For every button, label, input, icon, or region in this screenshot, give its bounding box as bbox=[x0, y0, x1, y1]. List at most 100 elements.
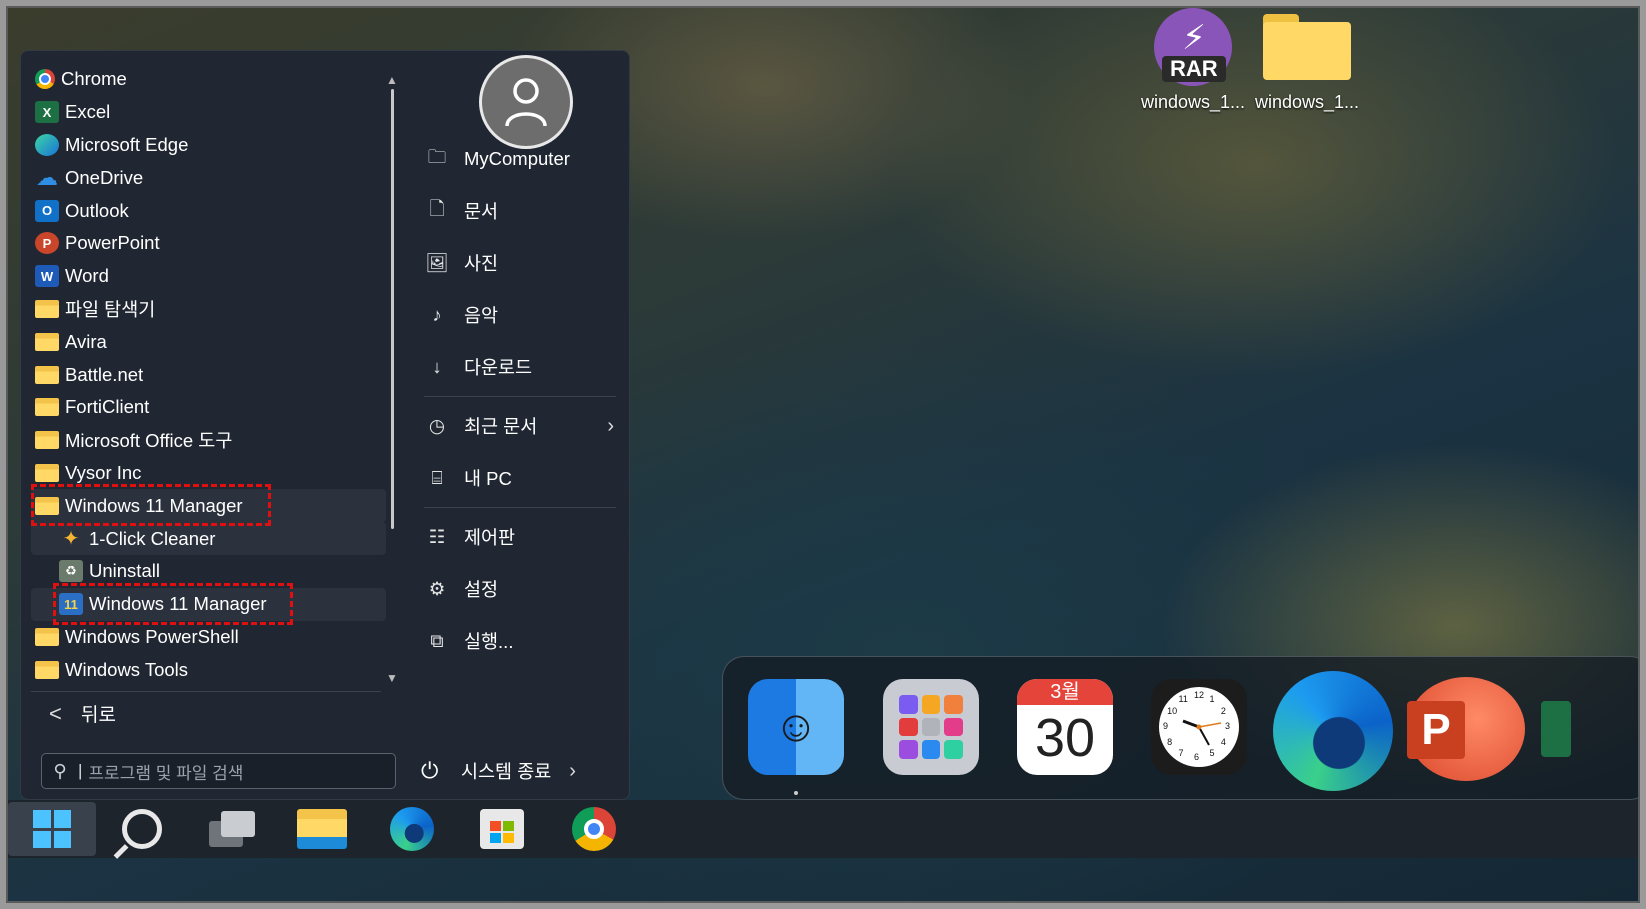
taskbar-file-explorer[interactable] bbox=[278, 802, 366, 856]
scroll-down-arrow[interactable]: ▼ bbox=[386, 671, 398, 685]
link-run[interactable]: ⧉ 실행... bbox=[416, 615, 616, 667]
app-folder-vysor[interactable]: Vysor Inc bbox=[31, 457, 386, 490]
app-list: Chrome X Excel Microsoft Edge ☁ OneDrive O… bbox=[31, 63, 386, 686]
app-folder-office-tools[interactable]: Microsoft Office 도구 bbox=[31, 424, 386, 457]
taskbar-chrome[interactable] bbox=[550, 802, 638, 856]
link-this-pc[interactable]: ⌸ 내 PC bbox=[416, 452, 616, 504]
desktop-icon-rar-archive[interactable]: ⚡ RAR windows_1... bbox=[1138, 8, 1248, 113]
app-folder-battlenet[interactable]: Battle.net bbox=[31, 358, 386, 391]
edge-icon[interactable] bbox=[1273, 671, 1393, 791]
taskbar-search-button[interactable] bbox=[98, 802, 186, 856]
clock-icon: ◷ bbox=[428, 415, 446, 436]
app-item-uninstall[interactable]: ♻ Uninstall bbox=[31, 555, 386, 588]
clock-numeral: 6 bbox=[1194, 752, 1200, 762]
link-mycomputer[interactable]: 🗀 MyComputer bbox=[416, 133, 616, 185]
link-documents[interactable]: 🗋 문서 bbox=[416, 185, 616, 237]
divider bbox=[424, 396, 616, 397]
app-item-outlook[interactable]: O Outlook bbox=[31, 194, 386, 227]
app-folder-powershell[interactable]: Windows PowerShell bbox=[31, 621, 386, 654]
divider bbox=[424, 507, 616, 508]
finder-icon[interactable]: ☺ bbox=[748, 679, 844, 775]
back-button[interactable]: < 뒤로 bbox=[31, 691, 381, 727]
link-music[interactable]: ♪ 음악 bbox=[416, 289, 616, 341]
app-item-onedrive[interactable]: ☁ OneDrive bbox=[31, 161, 386, 194]
onedrive-icon: ☁ bbox=[36, 164, 58, 190]
app-item-chrome[interactable]: Chrome bbox=[31, 63, 386, 96]
download-icon: ↓ bbox=[432, 356, 442, 377]
control-panel-icon: ☷ bbox=[428, 526, 446, 547]
power-icon: ⏻ bbox=[421, 758, 439, 783]
app-folder-windows-tools[interactable]: Windows Tools bbox=[31, 653, 386, 686]
user-icon bbox=[505, 78, 547, 127]
shutdown-button[interactable]: ⏻ 시스템 종료 › bbox=[421, 751, 576, 791]
app-item-edge[interactable]: Microsoft Edge bbox=[31, 129, 386, 162]
search-icon bbox=[122, 809, 162, 849]
scroll-up-arrow[interactable]: ▲ bbox=[386, 73, 398, 87]
file-explorer-icon bbox=[35, 299, 59, 318]
link-downloads[interactable]: ↓ 다운로드 bbox=[416, 341, 616, 393]
taskbar bbox=[6, 800, 1640, 858]
dock: ☺ 3월 30 12 1 2 3 4 5 6 7 8 9 10 11 P bbox=[722, 656, 1640, 800]
desktop-icon-folder[interactable]: windows_1... bbox=[1252, 14, 1362, 113]
folder-icon bbox=[35, 365, 59, 384]
app-item-file-explorer[interactable]: 파일 탐색기 bbox=[31, 293, 386, 326]
link-control-panel[interactable]: ☷ 제어판 bbox=[416, 511, 616, 563]
link-settings[interactable]: ⚙ 설정 bbox=[416, 563, 616, 615]
clock-numeral: 2 bbox=[1220, 705, 1226, 716]
quick-links: 🗀 MyComputer 🗋 문서 🖼 사진 ♪ 음악 ↓ 다운로드 ◷ 최근 문서 › ⌸ 내… bbox=[416, 133, 616, 667]
clock-numeral: 9 bbox=[1163, 721, 1169, 731]
clock-numeral: 3 bbox=[1225, 721, 1231, 731]
link-pictures[interactable]: 🖼 사진 bbox=[416, 237, 616, 289]
folder-icon bbox=[35, 431, 59, 450]
chevron-right-icon: › bbox=[607, 414, 614, 437]
app-item-windows11-manager[interactable]: 11 Windows 11 Manager bbox=[31, 587, 386, 621]
folder-icon bbox=[35, 496, 59, 515]
app-folder-forticlient[interactable]: FortiClient bbox=[31, 391, 386, 424]
clock-numeral: 11 bbox=[1178, 694, 1188, 705]
windows-logo-icon bbox=[33, 810, 71, 848]
launchpad-icon[interactable] bbox=[883, 679, 979, 775]
user-folder-icon: 🗀 bbox=[427, 146, 447, 167]
scrollbar[interactable] bbox=[391, 89, 394, 529]
folder-icon bbox=[35, 660, 59, 679]
folder-icon bbox=[35, 398, 59, 417]
powerpoint-icon[interactable]: P bbox=[1407, 677, 1525, 781]
settings-gear-icon: ⚙ bbox=[428, 578, 446, 599]
taskbar-store[interactable] bbox=[458, 802, 546, 856]
picture-icon: 🖼 bbox=[425, 252, 449, 273]
folder-icon bbox=[35, 627, 59, 646]
chevron-left-icon: < bbox=[49, 700, 62, 726]
taskbar-edge[interactable] bbox=[368, 802, 456, 856]
folder-icon bbox=[35, 463, 59, 482]
clock-numeral: 12 bbox=[1194, 690, 1205, 700]
running-indicator bbox=[794, 791, 798, 795]
link-recent-documents[interactable]: ◷ 최근 문서 › bbox=[416, 400, 616, 452]
chevron-right-icon: › bbox=[569, 759, 576, 782]
calendar-icon[interactable]: 3월 30 bbox=[1017, 679, 1113, 775]
app-item-word[interactable]: W Word bbox=[31, 260, 386, 293]
powerpoint-icon: P bbox=[35, 232, 59, 255]
clock-numeral: 8 bbox=[1167, 736, 1173, 747]
excel-icon[interactable] bbox=[1541, 701, 1571, 757]
folder-icon bbox=[1263, 14, 1351, 80]
app-folder-windows11-manager[interactable]: Windows 11 Manager bbox=[31, 489, 386, 523]
file-explorer-icon bbox=[297, 809, 347, 849]
app-folder-avira[interactable]: Avira bbox=[31, 325, 386, 358]
winrar-archive-icon: ⚡ RAR bbox=[1148, 8, 1238, 86]
uninstall-icon: ♻ bbox=[59, 560, 83, 583]
desktop: ⚡ RAR windows_1... windows_1... Chrome X… bbox=[6, 6, 1640, 903]
cleaner-icon: ✦ bbox=[62, 528, 80, 551]
clock-numeral: 4 bbox=[1220, 736, 1226, 747]
start-menu: Chrome X Excel Microsoft Edge ☁ OneDrive O… bbox=[20, 50, 630, 800]
microsoft-store-icon bbox=[480, 809, 524, 849]
app-item-powerpoint[interactable]: P PowerPoint bbox=[31, 227, 386, 260]
app-item-excel[interactable]: X Excel bbox=[31, 96, 386, 129]
clock-app-icon[interactable]: 12 1 2 3 4 5 6 7 8 9 10 11 bbox=[1151, 679, 1247, 775]
clock-numeral: 7 bbox=[1178, 747, 1184, 758]
task-view-button[interactable] bbox=[188, 802, 276, 856]
search-input[interactable]: ⚲ | 프로그램 및 파일 검색 bbox=[41, 753, 396, 789]
start-button[interactable] bbox=[8, 802, 96, 856]
app-item-1-click-cleaner[interactable]: ✦ 1-Click Cleaner bbox=[31, 522, 386, 555]
run-icon: ⧉ bbox=[430, 630, 444, 651]
pc-icon: ⌸ bbox=[431, 467, 443, 488]
